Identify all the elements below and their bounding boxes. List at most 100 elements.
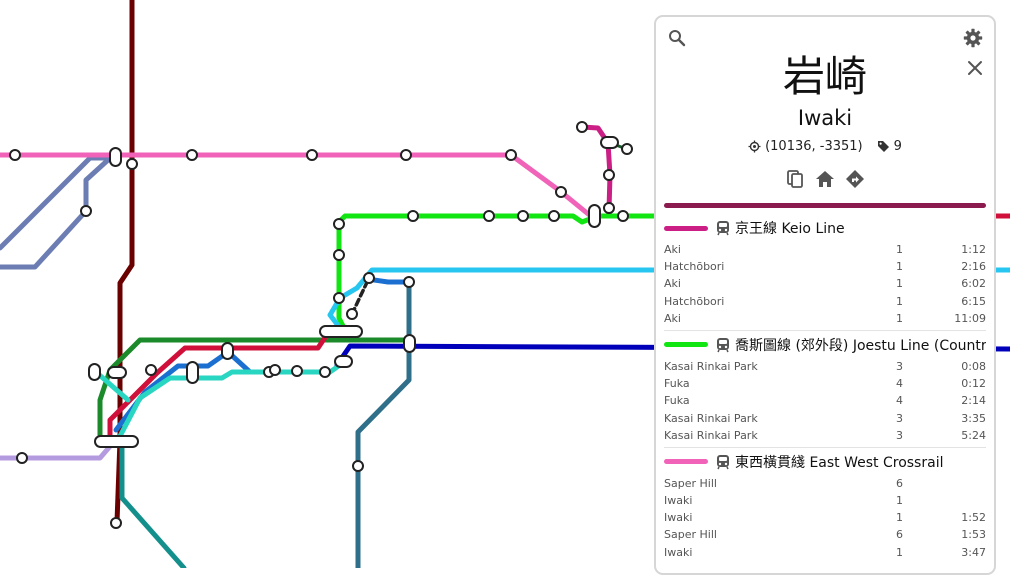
departure-time: 1:53 <box>961 528 986 542</box>
departure-platform: 4 <box>896 394 903 408</box>
departure-destination: Fuka <box>664 377 690 391</box>
train-icon <box>715 220 731 236</box>
departure-time: 6:15 <box>961 294 986 308</box>
route-name: 東西橫貫綫 East West Crossrail <box>735 454 944 471</box>
interchange[interactable] <box>403 334 416 353</box>
station[interactable] <box>16 452 28 464</box>
departure-row[interactable]: Aki 1 11:09 <box>664 310 986 327</box>
departure-platform: 1 <box>896 311 903 325</box>
train-icon <box>715 337 731 353</box>
station[interactable] <box>80 205 92 217</box>
departure-row[interactable]: Iwaki 1 3:47 <box>664 544 986 561</box>
station[interactable] <box>548 210 560 222</box>
departure-row[interactable]: Aki 1 6:02 <box>664 275 986 292</box>
directions-icon[interactable] <box>844 168 866 190</box>
departure-platform: 1 <box>896 494 903 508</box>
departure-row[interactable]: Kasai Rinkai Park 3 3:35 <box>664 410 986 427</box>
interchange[interactable] <box>109 147 122 167</box>
departure-row[interactable]: Hatchōbori 1 6:15 <box>664 293 986 310</box>
station[interactable] <box>555 186 567 198</box>
interchange[interactable] <box>600 136 619 149</box>
departure-row[interactable]: Iwaki 1 <box>664 492 986 509</box>
departure-time: 0:08 <box>961 359 986 373</box>
station[interactable] <box>319 366 331 378</box>
interchange[interactable] <box>319 325 363 338</box>
station[interactable] <box>403 276 415 288</box>
station[interactable] <box>400 149 412 161</box>
departure-row[interactable]: Aki 1 1:12 <box>664 241 986 258</box>
station[interactable] <box>407 210 419 222</box>
interchange[interactable] <box>334 355 353 368</box>
route-name: 喬斯圖線 (郊外段) Joestu Line (Countryside) <box>735 337 986 354</box>
station[interactable] <box>505 149 517 161</box>
departure-platform: 1 <box>896 294 903 308</box>
departure-time: 2:16 <box>961 260 986 274</box>
interchange[interactable] <box>588 204 601 228</box>
station[interactable] <box>483 210 495 222</box>
departure-row[interactable]: Kasai Rinkai Park 3 0:08 <box>664 358 986 375</box>
departure-platform: 6 <box>896 476 903 490</box>
copy-icon[interactable] <box>784 168 806 190</box>
route-header[interactable]: 喬斯圖線 (郊外段) Joestu Line (Countryside) <box>664 332 986 358</box>
departure-destination: Kasai Rinkai Park <box>664 428 758 442</box>
station[interactable] <box>617 210 629 222</box>
tags[interactable]: 9 <box>877 139 902 154</box>
station[interactable] <box>269 364 281 376</box>
station[interactable] <box>9 149 21 161</box>
station[interactable] <box>306 149 318 161</box>
departure-destination: Iwaki <box>664 494 693 508</box>
station[interactable] <box>291 365 303 377</box>
departure-time: 1:52 <box>961 511 986 525</box>
station[interactable] <box>517 210 529 222</box>
departure-platform: 1 <box>896 277 903 291</box>
station[interactable] <box>333 292 345 304</box>
station[interactable] <box>145 364 157 376</box>
departure-platform: 1 <box>896 545 903 559</box>
station[interactable] <box>186 149 198 161</box>
interchange[interactable] <box>186 361 199 384</box>
departure-destination: Kasai Rinkai Park <box>664 411 758 425</box>
gear-icon[interactable] <box>962 27 984 49</box>
route-header[interactable]: 京王線 Keio Line <box>664 215 986 241</box>
station[interactable] <box>603 169 615 181</box>
station[interactable] <box>352 460 364 472</box>
station[interactable] <box>126 158 138 170</box>
station[interactable] <box>363 272 375 284</box>
departure-row[interactable]: Fuka 4 2:14 <box>664 392 986 409</box>
route-line-teal-dark <box>355 279 412 568</box>
departure-platform: 3 <box>896 411 903 425</box>
interchange[interactable] <box>107 366 127 379</box>
route-header[interactable]: 東西橫貫綫 East West Crossrail <box>664 449 986 475</box>
departure-destination: Hatchōbori <box>664 294 725 308</box>
interchange[interactable] <box>88 363 101 381</box>
route-line-slate-2 <box>0 157 111 270</box>
departure-row[interactable]: Fuka 4 0:12 <box>664 375 986 392</box>
station[interactable] <box>110 517 122 529</box>
station[interactable] <box>333 218 345 230</box>
station[interactable] <box>333 249 345 261</box>
station[interactable] <box>621 143 633 155</box>
route-color-swatch <box>664 225 708 231</box>
tag-count: 9 <box>893 139 902 154</box>
search-icon[interactable] <box>666 27 688 49</box>
station[interactable] <box>576 121 588 133</box>
departure-time: 1:12 <box>961 243 986 256</box>
departure-row[interactable]: Kasai Rinkai Park 3 5:24 <box>664 427 986 444</box>
station[interactable] <box>346 308 358 320</box>
departure-time: 2:14 <box>961 394 986 408</box>
route-block: 喬斯圖線 (郊外段) Joestu Line (Countryside) Kasa… <box>664 332 986 448</box>
station[interactable] <box>603 202 615 214</box>
station-name-en: Iwaki <box>797 106 853 130</box>
coordinates[interactable]: (10136, -3351) <box>748 139 863 154</box>
interchange[interactable] <box>94 435 139 448</box>
station-accent-bar <box>664 203 986 208</box>
departure-time: 3:47 <box>961 545 986 559</box>
station-name-cjk: 岩崎 <box>782 52 867 101</box>
departure-row[interactable]: Saper Hill 6 1:53 <box>664 526 986 543</box>
route-list: 京王線 Keio Line Aki 1 1:12 Hatchōbori 1 2:16 Aki 1… <box>664 215 986 565</box>
interchange[interactable] <box>221 342 234 360</box>
home-icon[interactable] <box>814 168 836 190</box>
departure-row[interactable]: Hatchōbori 1 2:16 <box>664 258 986 275</box>
departure-row[interactable]: Iwaki 1 1:52 <box>664 509 986 526</box>
departure-row[interactable]: Saper Hill 6 <box>664 475 986 492</box>
